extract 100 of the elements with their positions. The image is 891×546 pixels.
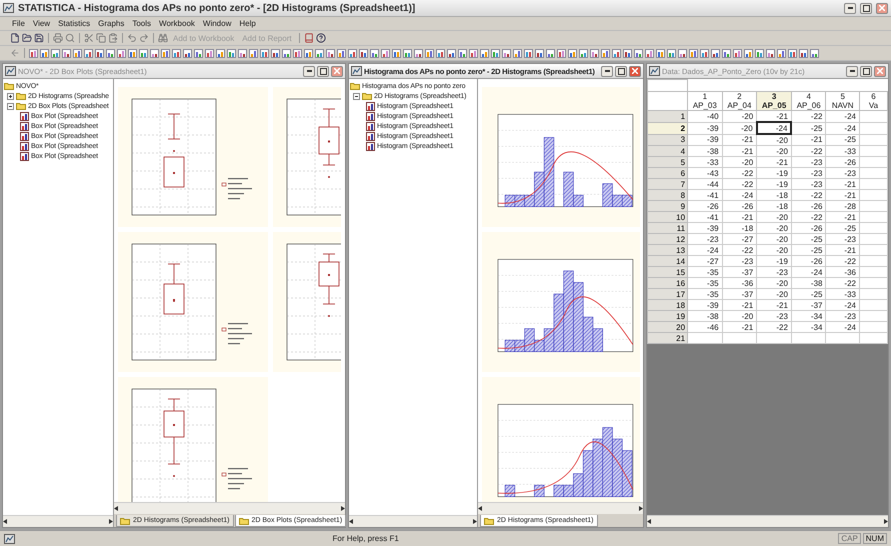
table-cell[interactable]: -24 bbox=[791, 266, 826, 278]
row-header[interactable]: 11 bbox=[648, 222, 688, 234]
chart-icon[interactable] bbox=[513, 48, 522, 58]
table-cell[interactable]: -36 bbox=[826, 266, 860, 278]
chart-icon[interactable] bbox=[106, 48, 115, 58]
table-cell[interactable]: -20 bbox=[756, 146, 792, 156]
table-cell[interactable]: -23 bbox=[791, 168, 826, 178]
row-header[interactable]: 14 bbox=[648, 256, 688, 266]
table-cell[interactable]: -20 bbox=[756, 234, 792, 244]
table-cell[interactable]: -22 bbox=[722, 178, 757, 190]
chart-icon[interactable] bbox=[755, 48, 764, 58]
table-cell[interactable]: -20 bbox=[756, 212, 792, 222]
table-cell[interactable]: -18 bbox=[722, 222, 757, 234]
chart-icon[interactable] bbox=[84, 48, 93, 58]
chart-icon[interactable] bbox=[172, 48, 181, 58]
table-cell[interactable]: -24 bbox=[722, 190, 757, 200]
row-header[interactable]: 3 bbox=[648, 134, 688, 146]
table-cell[interactable]: -27 bbox=[722, 234, 757, 244]
chart-icon[interactable] bbox=[337, 48, 346, 58]
chart-icon[interactable] bbox=[194, 48, 203, 58]
column-header[interactable]: 2 AP_04 bbox=[722, 92, 757, 110]
row-header[interactable]: 16 bbox=[648, 278, 688, 288]
row-header[interactable]: 19 bbox=[648, 310, 688, 322]
chart-icon[interactable] bbox=[414, 48, 423, 58]
horizontal-scrollbar[interactable] bbox=[3, 515, 113, 527]
chart-icon[interactable] bbox=[469, 48, 478, 58]
menu-item[interactable]: File bbox=[12, 19, 25, 28]
table-cell[interactable]: -21 bbox=[826, 212, 860, 222]
table-cell[interactable]: -23 bbox=[756, 310, 792, 322]
menu-item[interactable]: Help bbox=[239, 19, 256, 28]
table-cell[interactable]: -34 bbox=[791, 322, 826, 332]
table-cell[interactable]: -21 bbox=[791, 134, 826, 146]
table-cell[interactable]: -21 bbox=[756, 156, 792, 168]
table-cell[interactable]: -24 bbox=[826, 122, 860, 134]
chart-icon[interactable] bbox=[315, 48, 324, 58]
table-cell[interactable]: -22 bbox=[826, 278, 860, 288]
chart-icon[interactable] bbox=[568, 48, 577, 58]
table-cell[interactable]: -22 bbox=[791, 190, 826, 200]
chart-icon[interactable] bbox=[260, 48, 269, 58]
table-cell[interactable]: -43 bbox=[688, 168, 722, 178]
table-cell[interactable]: -38 bbox=[688, 310, 722, 322]
chart-icon[interactable] bbox=[425, 48, 434, 58]
close-button[interactable] bbox=[876, 2, 888, 14]
table-cell[interactable]: -18 bbox=[756, 200, 792, 212]
row-header[interactable]: 18 bbox=[648, 300, 688, 310]
table-cell[interactable]: -44 bbox=[688, 178, 722, 190]
chart-icon[interactable] bbox=[711, 48, 720, 58]
horizontal-scrollbar[interactable] bbox=[114, 502, 345, 514]
row-header[interactable]: 20 bbox=[648, 322, 688, 332]
table-cell[interactable]: -34 bbox=[791, 310, 826, 322]
table-cell[interactable]: -24 bbox=[826, 110, 860, 122]
chart-icon[interactable] bbox=[678, 48, 687, 58]
table-cell[interactable]: -22 bbox=[791, 110, 826, 122]
row-header[interactable]: 21 bbox=[648, 332, 688, 344]
row-header[interactable]: 10 bbox=[648, 212, 688, 222]
row-header[interactable]: 7 bbox=[648, 178, 688, 190]
table-cell[interactable]: -37 bbox=[722, 288, 757, 300]
find-icon[interactable] bbox=[158, 33, 168, 43]
table-cell[interactable]: -36 bbox=[722, 278, 757, 288]
book-icon[interactable] bbox=[304, 33, 314, 43]
table-cell[interactable]: -20 bbox=[756, 278, 792, 288]
table-cell[interactable]: -20 bbox=[722, 122, 757, 134]
collapse-icon[interactable] bbox=[7, 102, 14, 110]
close-button[interactable] bbox=[629, 66, 641, 76]
table-cell[interactable]: -25 bbox=[826, 222, 860, 234]
column-header[interactable]: 5 NAVN bbox=[826, 92, 860, 110]
chart-icon[interactable] bbox=[381, 48, 390, 58]
printer-icon[interactable] bbox=[53, 33, 63, 43]
chart-icon[interactable] bbox=[249, 48, 258, 58]
table-cell[interactable]: -35 bbox=[688, 278, 722, 288]
chart-icon[interactable] bbox=[227, 48, 236, 58]
chart-icon[interactable] bbox=[766, 48, 775, 58]
chart-icon[interactable] bbox=[216, 48, 225, 58]
table-cell[interactable]: -46 bbox=[688, 322, 722, 332]
chart-icon[interactable] bbox=[326, 48, 335, 58]
chart-icon[interactable] bbox=[436, 48, 445, 58]
chart-icon[interactable] bbox=[73, 48, 82, 58]
chart-icon[interactable] bbox=[502, 48, 511, 58]
chart-icon[interactable] bbox=[744, 48, 753, 58]
table-cell[interactable]: -20 bbox=[756, 134, 792, 146]
chart-icon[interactable] bbox=[271, 48, 280, 58]
maximize-button[interactable] bbox=[615, 66, 627, 76]
chart-icon[interactable] bbox=[183, 48, 192, 58]
redo-icon[interactable] bbox=[139, 33, 149, 43]
column-header[interactable]: 3 AP_05 bbox=[756, 92, 792, 110]
chart-icon[interactable] bbox=[348, 48, 357, 58]
table-cell[interactable]: -26 bbox=[791, 256, 826, 266]
chart-icon[interactable] bbox=[645, 48, 654, 58]
table-cell[interactable]: -39 bbox=[688, 300, 722, 310]
table-cell[interactable]: -22 bbox=[722, 244, 757, 256]
chart-icon[interactable] bbox=[128, 48, 137, 58]
table-cell[interactable]: -24 bbox=[756, 122, 792, 134]
table-cell[interactable]: -26 bbox=[791, 222, 826, 234]
table-cell[interactable]: -23 bbox=[722, 256, 757, 266]
table-cell[interactable]: -23 bbox=[756, 266, 792, 278]
table-cell[interactable]: -23 bbox=[791, 156, 826, 168]
table-cell[interactable]: -26 bbox=[722, 200, 757, 212]
chart-icon[interactable] bbox=[238, 48, 247, 58]
print-preview-icon[interactable] bbox=[65, 33, 75, 43]
table-cell[interactable]: -21 bbox=[722, 212, 757, 222]
